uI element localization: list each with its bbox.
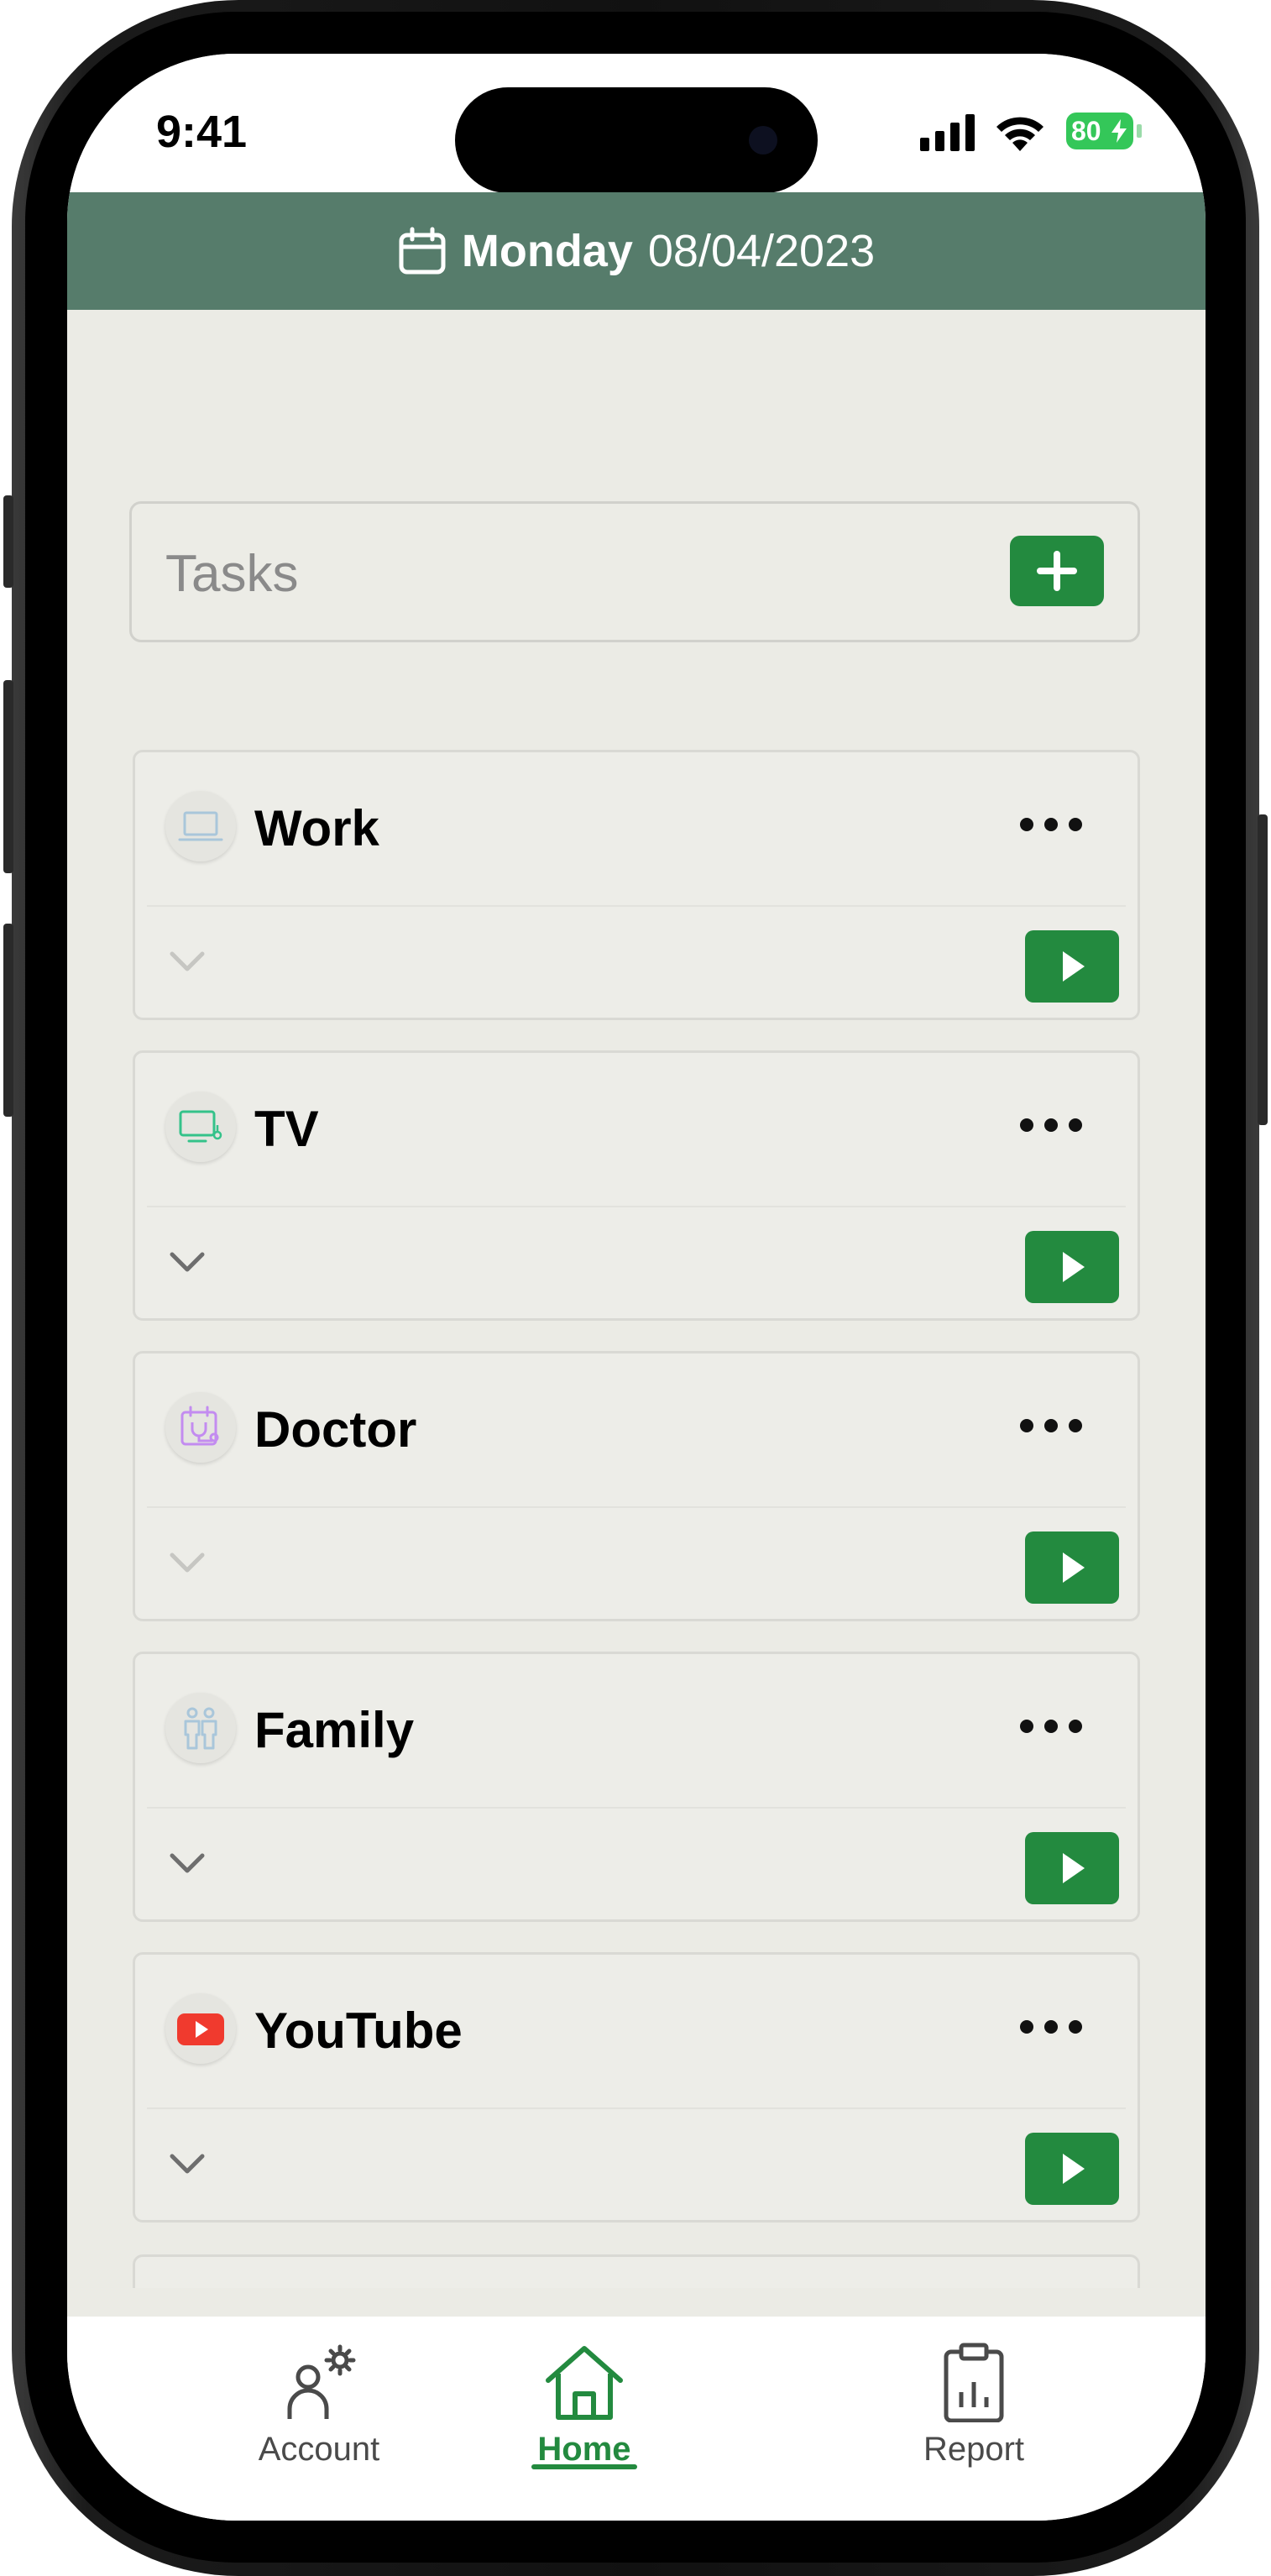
card-icon-container xyxy=(165,1693,236,1763)
play-button[interactable] xyxy=(1025,2133,1119,2205)
card-divider xyxy=(147,1506,1126,1508)
tasks-label: Tasks xyxy=(165,545,299,603)
account-settings-icon xyxy=(287,2344,356,2419)
dynamic-island xyxy=(455,87,818,193)
front-camera xyxy=(749,126,777,154)
more-options-button[interactable] xyxy=(1020,1419,1082,1436)
tab-label-account: Account xyxy=(258,2431,380,2468)
header-date: 08/04/2023 xyxy=(647,226,876,276)
card-icon-container xyxy=(165,1392,236,1463)
chevron-down-icon[interactable] xyxy=(167,2149,207,2178)
header-day: Monday xyxy=(461,226,633,276)
date-header: Monday 08/04/2023 xyxy=(67,192,1206,310)
screen: 9:41 80 Monday 08/04/2023 Tasks Work TV … xyxy=(67,54,1206,2521)
action-button xyxy=(3,495,13,588)
card-divider xyxy=(147,1807,1126,1809)
card-divider xyxy=(147,2107,1126,2109)
play-icon xyxy=(1063,2154,1085,2184)
tasks-bar: Tasks xyxy=(129,501,1140,642)
status-time: 9:41 xyxy=(156,107,248,157)
task-card-doctor[interactable]: Doctor xyxy=(133,1351,1140,1621)
play-button[interactable] xyxy=(1025,1531,1119,1604)
more-options-button[interactable] xyxy=(1020,2020,1082,2037)
tab-home[interactable]: Home xyxy=(458,2342,710,2476)
bottom-tab-bar: Account Home Report xyxy=(67,2317,1206,2521)
card-icon-container xyxy=(165,1993,236,2064)
play-icon xyxy=(1063,1853,1085,1883)
task-card-partial[interactable] xyxy=(133,2254,1140,2288)
laptop-icon xyxy=(178,811,223,841)
task-card-youtube[interactable]: YouTube xyxy=(133,1952,1140,2223)
calendar-icon xyxy=(399,227,446,275)
card-title: Work xyxy=(254,800,379,856)
chevron-down-icon[interactable] xyxy=(167,947,207,976)
task-card-family[interactable]: Family xyxy=(133,1652,1140,1922)
task-card-tv[interactable]: TV xyxy=(133,1050,1140,1321)
play-button[interactable] xyxy=(1025,1231,1119,1303)
report-clipboard-icon xyxy=(944,2343,1004,2422)
charging-bolt-icon xyxy=(1111,119,1127,143)
plus-icon xyxy=(1037,551,1077,591)
tab-account[interactable]: Account xyxy=(193,2342,445,2476)
play-icon xyxy=(1063,951,1085,982)
active-tab-indicator xyxy=(531,2464,637,2469)
battery-indicator: 80 xyxy=(1066,113,1133,149)
chevron-down-icon[interactable] xyxy=(167,1849,207,1877)
power-button xyxy=(1258,814,1268,1125)
play-icon xyxy=(1063,1252,1085,1282)
more-options-button[interactable] xyxy=(1020,1720,1082,1736)
task-list-area[interactable]: Tasks Work TV Doctor Family YouTube xyxy=(67,310,1206,2317)
family-icon xyxy=(184,1707,217,1750)
tv-icon xyxy=(179,1110,222,1143)
card-title: YouTube xyxy=(254,2003,463,2059)
more-options-button[interactable] xyxy=(1020,818,1082,835)
card-divider xyxy=(147,1206,1126,1207)
card-title: TV xyxy=(254,1101,319,1157)
card-title: Family xyxy=(254,1702,415,1758)
home-icon xyxy=(546,2346,623,2420)
youtube-icon xyxy=(177,2013,224,2045)
card-icon-container xyxy=(165,1092,236,1162)
status-bar: 9:41 80 xyxy=(67,54,1206,193)
volume-up-button xyxy=(3,680,13,873)
volume-down-button xyxy=(3,924,13,1117)
card-icon-container xyxy=(165,791,236,861)
card-title: Doctor xyxy=(254,1401,417,1458)
play-button[interactable] xyxy=(1025,930,1119,1003)
wifi-icon xyxy=(996,117,1043,151)
cellular-signal-icon xyxy=(920,114,975,151)
chevron-down-icon[interactable] xyxy=(167,1248,207,1276)
chevron-down-icon[interactable] xyxy=(167,1548,207,1577)
play-icon xyxy=(1063,1552,1085,1583)
more-options-button[interactable] xyxy=(1020,1118,1082,1135)
card-divider xyxy=(147,905,1126,907)
tab-label-home: Home xyxy=(537,2431,631,2468)
tab-report[interactable]: Report xyxy=(848,2342,1100,2476)
play-button[interactable] xyxy=(1025,1832,1119,1904)
battery-level: 80 xyxy=(1071,116,1101,146)
task-card-work[interactable]: Work xyxy=(133,750,1140,1020)
battery-tip xyxy=(1137,124,1142,138)
tab-label-report: Report xyxy=(923,2431,1025,2468)
add-task-button[interactable] xyxy=(1010,536,1104,606)
medical-calendar-icon xyxy=(180,1406,219,1446)
